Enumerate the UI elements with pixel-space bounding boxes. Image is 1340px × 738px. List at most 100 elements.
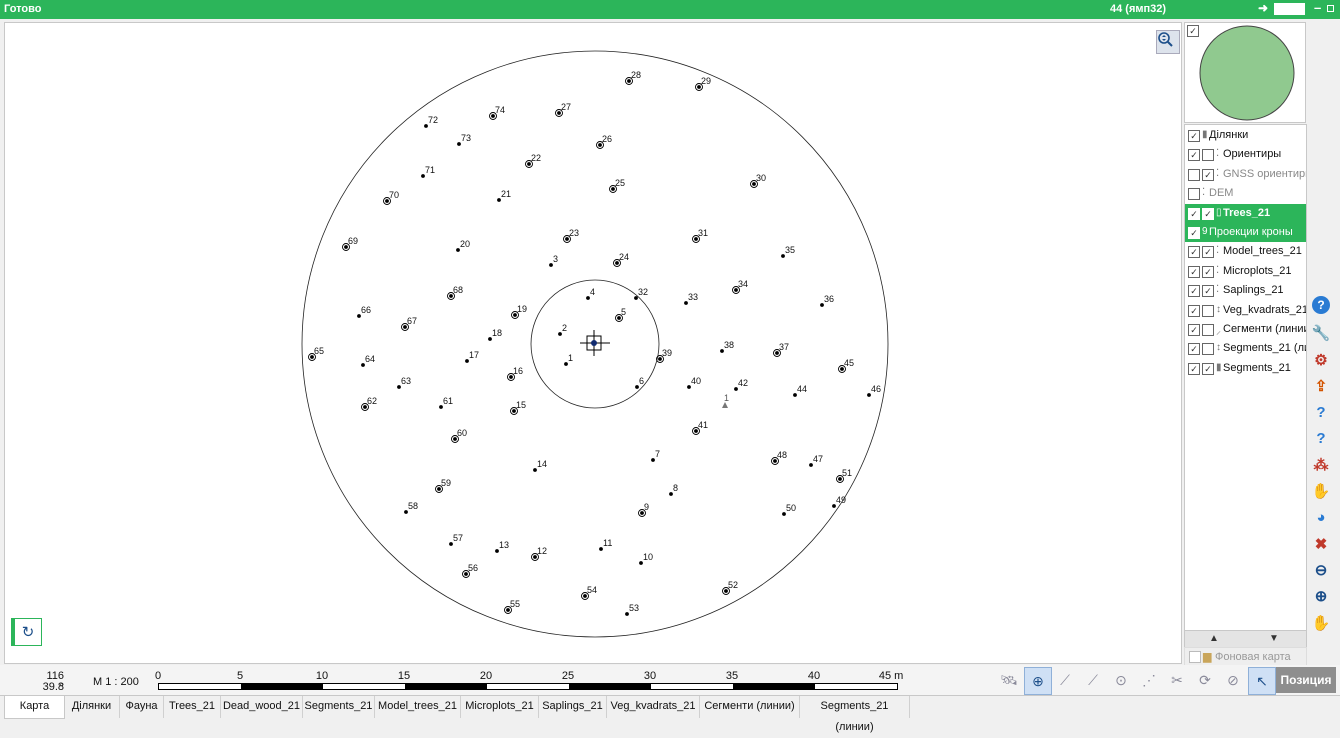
layer-row[interactable]: ⸝Сегменти (линии) — [1185, 320, 1306, 339]
basemap-toggle[interactable]: ▆ Фоновая карта — [1184, 647, 1307, 666]
question-d-icon[interactable]: ? — [1310, 401, 1332, 423]
wrench-icon[interactable]: 🔧 — [1310, 322, 1332, 344]
zoom-in-icon[interactable]: ⊕ — [1310, 585, 1332, 607]
target-icon[interactable]: ⊕ — [1024, 667, 1052, 695]
layer-row[interactable]: ⁚Saplings_21 — [1185, 281, 1306, 300]
layer-row[interactable]: ▯Trees_21 — [1185, 203, 1306, 223]
collapse-icon[interactable]: ✖ — [1310, 533, 1332, 555]
line-tool-icon[interactable]: ⟋ — [1080, 667, 1106, 693]
refresh-button[interactable]: ↻ — [11, 618, 42, 646]
tab-item[interactable]: Veg_kvadrats_21 — [607, 696, 700, 718]
gear-icon[interactable]: ⚙ — [1310, 349, 1332, 371]
tab-item[interactable]: Microplots_21 — [461, 696, 539, 718]
tree-label: 1 — [568, 353, 573, 363]
layer-row[interactable]: ⁚Model_trees_21 — [1185, 242, 1306, 261]
layer-label: Сегменти (линии) — [1223, 323, 1306, 335]
layer-visible-checkbox[interactable] — [1188, 362, 1200, 375]
globe-icon[interactable]: ◕ — [1310, 506, 1332, 528]
center-point — [591, 340, 597, 346]
scatter-icon[interactable]: ⁂ — [1310, 454, 1332, 476]
hand-shape-icon[interactable]: ✋ — [1310, 480, 1332, 502]
zoom-out-icon[interactable]: ⊖ — [1310, 559, 1332, 581]
scroll-down-icon[interactable]: ▼ — [1269, 633, 1279, 644]
node-tool-icon[interactable]: ⋰ — [1136, 667, 1162, 693]
tab-item[interactable]: Фауна — [120, 696, 164, 718]
pan-hand-icon[interactable]: ✋ — [1310, 612, 1332, 634]
tab-item[interactable]: Dead_wood_21 — [221, 696, 303, 718]
upload-icon[interactable]: ⇪ — [1310, 375, 1332, 397]
layer-visible-checkbox[interactable] — [1188, 343, 1200, 356]
layer-row[interactable]: ▮Segments_21 — [1185, 359, 1306, 378]
layer-row[interactable]: ⁚GNSS ориентиры — [1185, 165, 1306, 184]
position-button[interactable]: Позиция — [1276, 667, 1336, 693]
help-icon[interactable]: ? — [1312, 296, 1330, 314]
layer-visible-checkbox[interactable] — [1188, 324, 1200, 336]
question-move-icon[interactable]: ? — [1310, 428, 1332, 450]
scale-label: M 1 : 200 — [93, 676, 139, 688]
layer-select-checkbox[interactable] — [1202, 149, 1214, 162]
layer-visible-checkbox[interactable] — [1188, 265, 1200, 278]
tab-item[interactable]: Карта — [4, 696, 65, 719]
layer-row[interactable]: ⁚Microplots_21 — [1185, 262, 1306, 281]
scale-tick-label: 45 m — [878, 670, 904, 682]
layer-visible-checkbox[interactable] — [1188, 285, 1200, 298]
layer-visible-checkbox[interactable] — [1188, 207, 1200, 220]
zoom-fit-button[interactable] — [1156, 30, 1180, 54]
layer-visible-checkbox[interactable] — [1188, 130, 1200, 142]
tree-label: 48 — [777, 450, 787, 460]
refresh-icon: ↻ — [21, 624, 35, 641]
layer-visible-checkbox[interactable] — [1188, 168, 1200, 181]
satellite-icon[interactable]: 🛰 — [996, 667, 1022, 693]
arrow-icon[interactable]: ➜ — [1258, 1, 1268, 15]
map-svg: 1234567891011121314151617181920212223242… — [301, 50, 889, 638]
tab-item[interactable]: Segments_21 — [303, 696, 375, 718]
layer-row[interactable]: ▮Ділянки — [1185, 126, 1306, 145]
overview-map[interactable] — [1184, 22, 1306, 123]
layer-type-icon: ▮ — [1216, 361, 1222, 373]
layer-select-checkbox[interactable] — [1202, 168, 1214, 181]
layer-select-checkbox[interactable] — [1202, 265, 1214, 278]
tree-label: 46 — [871, 384, 881, 394]
cut-icon[interactable]: ✂ — [1164, 667, 1190, 693]
layer-visible-checkbox[interactable] — [1188, 246, 1200, 259]
scale-tick-label: 15 — [397, 670, 411, 682]
tab-item[interactable]: Сегменти (линии) — [700, 696, 800, 718]
layer-select-checkbox[interactable] — [1202, 343, 1214, 356]
search-box[interactable] — [1274, 3, 1305, 15]
tab-item[interactable]: Saplings_21 — [539, 696, 607, 718]
layer-select-checkbox[interactable] — [1202, 304, 1214, 317]
layer-row[interactable]: ↕Veg_kvadrats_21 — [1185, 301, 1306, 320]
layer-visible-checkbox[interactable] — [1188, 227, 1200, 239]
layer-visible-checkbox[interactable] — [1188, 304, 1200, 317]
scroll-up-icon[interactable]: ▲ — [1209, 633, 1219, 644]
layer-select-checkbox[interactable] — [1202, 207, 1214, 220]
layer-row[interactable]: ↕Segments_21 (линии) — [1185, 339, 1306, 358]
point-tool-icon[interactable]: ⊙ — [1108, 667, 1134, 693]
layer-visible-checkbox[interactable] — [1188, 188, 1200, 201]
pointer-icon[interactable]: ↖ — [1248, 667, 1276, 695]
basemap-checkbox[interactable] — [1189, 651, 1201, 663]
layer-row[interactable]: ⁚ DEM — [1185, 184, 1306, 203]
tree-label: 53 — [629, 603, 639, 613]
layer-select-checkbox[interactable] — [1202, 285, 1214, 298]
layer-select-checkbox[interactable] — [1202, 362, 1214, 375]
tab-item[interactable]: Model_trees_21 — [375, 696, 461, 718]
tab-item[interactable]: Segments_21 (линии) — [800, 696, 910, 733]
map-canvas[interactable]: 1 2 3 4 5 6 7 8 9 10 11 12 13 14 15 16 17 18 19 20 21 22 23 24 2… — [4, 22, 1182, 664]
minimize-button[interactable]: – — [1314, 0, 1321, 15]
tab-item[interactable]: Ділянки — [64, 696, 120, 718]
layer-row[interactable]: 9Проекции кроны — [1185, 223, 1306, 242]
rotate-icon[interactable]: ⟳ — [1192, 667, 1218, 693]
tab-item[interactable]: Trees_21 — [164, 696, 221, 718]
overview-checkbox[interactable] — [1187, 25, 1199, 37]
layer-visible-checkbox[interactable] — [1188, 149, 1200, 162]
erase-icon[interactable]: ⊘ — [1220, 667, 1246, 693]
measure-icon[interactable]: ⟋ — [1052, 667, 1078, 693]
restore-button[interactable] — [1327, 5, 1334, 12]
layer-select-checkbox[interactable] — [1202, 246, 1214, 259]
basemap-label: Фоновая карта — [1215, 651, 1291, 663]
scale-tick-label: 25 — [561, 670, 575, 682]
layer-label: DEM — [1209, 187, 1234, 200]
layer-select-checkbox[interactable] — [1202, 324, 1214, 336]
layer-row[interactable]: ⁚Ориентиры — [1185, 145, 1306, 164]
